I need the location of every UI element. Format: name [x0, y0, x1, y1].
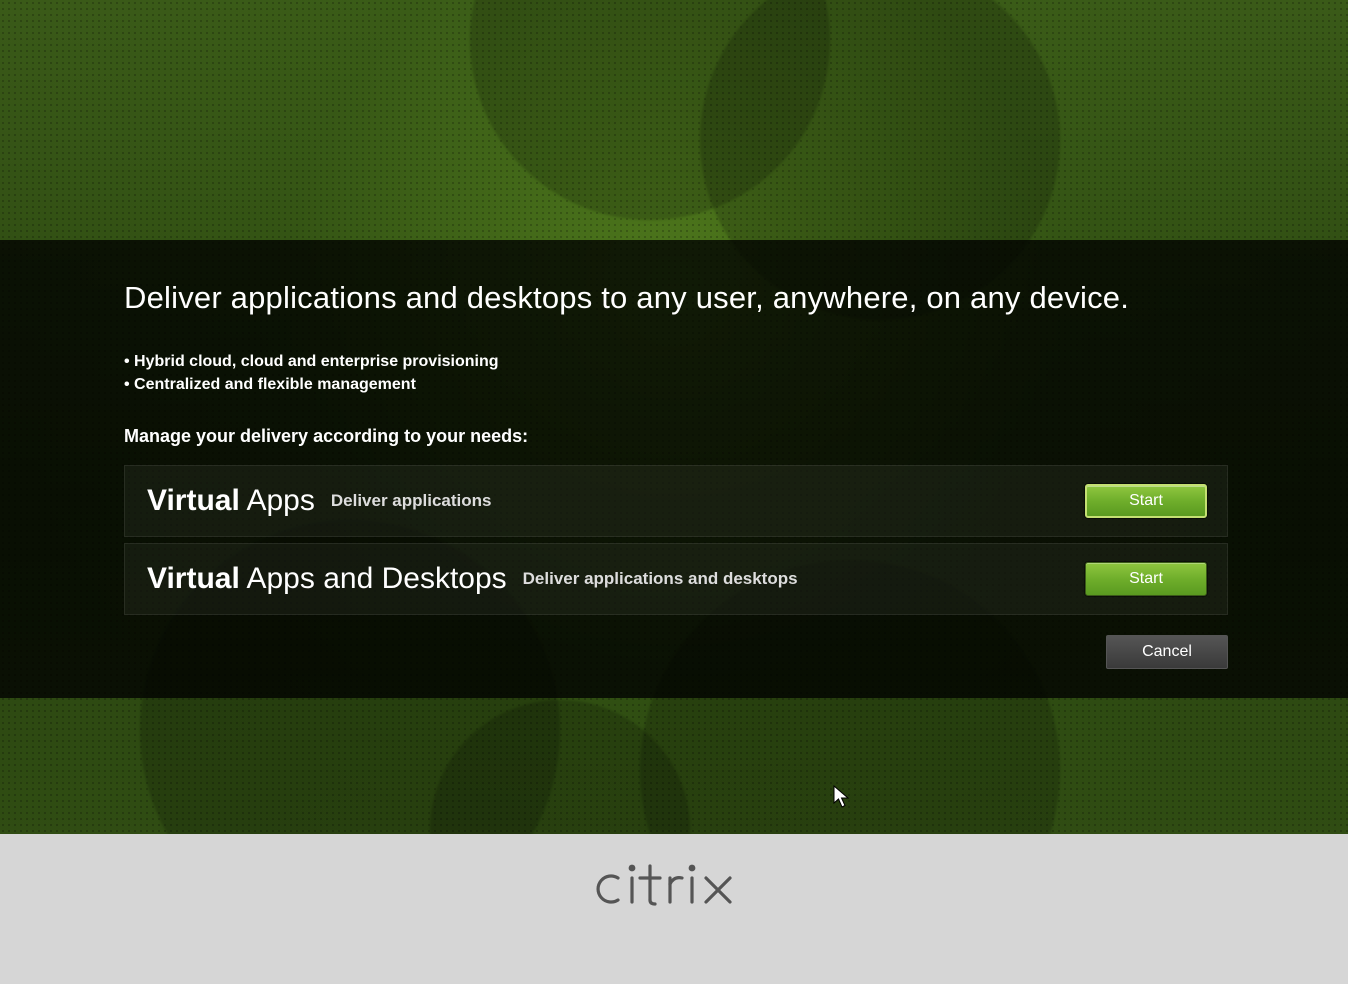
citrix-logo	[594, 852, 754, 922]
cancel-button[interactable]: Cancel	[1106, 635, 1228, 669]
start-virtual-apps-desktops-button[interactable]: Start	[1085, 562, 1207, 596]
main-panel: Deliver applications and desktops to any…	[0, 240, 1348, 698]
bullet-item: Centralized and flexible management	[124, 373, 1228, 396]
option-title: Virtual Apps	[147, 484, 315, 518]
option-virtual-apps-desktops: Virtual Apps and Desktops Deliver applic…	[124, 543, 1228, 615]
bullet-item: Hybrid cloud, cloud and enterprise provi…	[124, 350, 1228, 373]
option-desc: Deliver applications and desktops	[523, 569, 798, 589]
footer	[0, 834, 1348, 984]
headline: Deliver applications and desktops to any…	[124, 280, 1228, 316]
start-virtual-apps-button[interactable]: Start	[1085, 484, 1207, 518]
manage-prompt: Manage your delivery according to your n…	[124, 426, 1228, 447]
option-virtual-apps: Virtual Apps Deliver applications Start	[124, 465, 1228, 537]
option-title: Virtual Apps and Desktops	[147, 562, 507, 596]
feature-bullets: Hybrid cloud, cloud and enterprise provi…	[124, 350, 1228, 396]
option-desc: Deliver applications	[331, 491, 492, 511]
